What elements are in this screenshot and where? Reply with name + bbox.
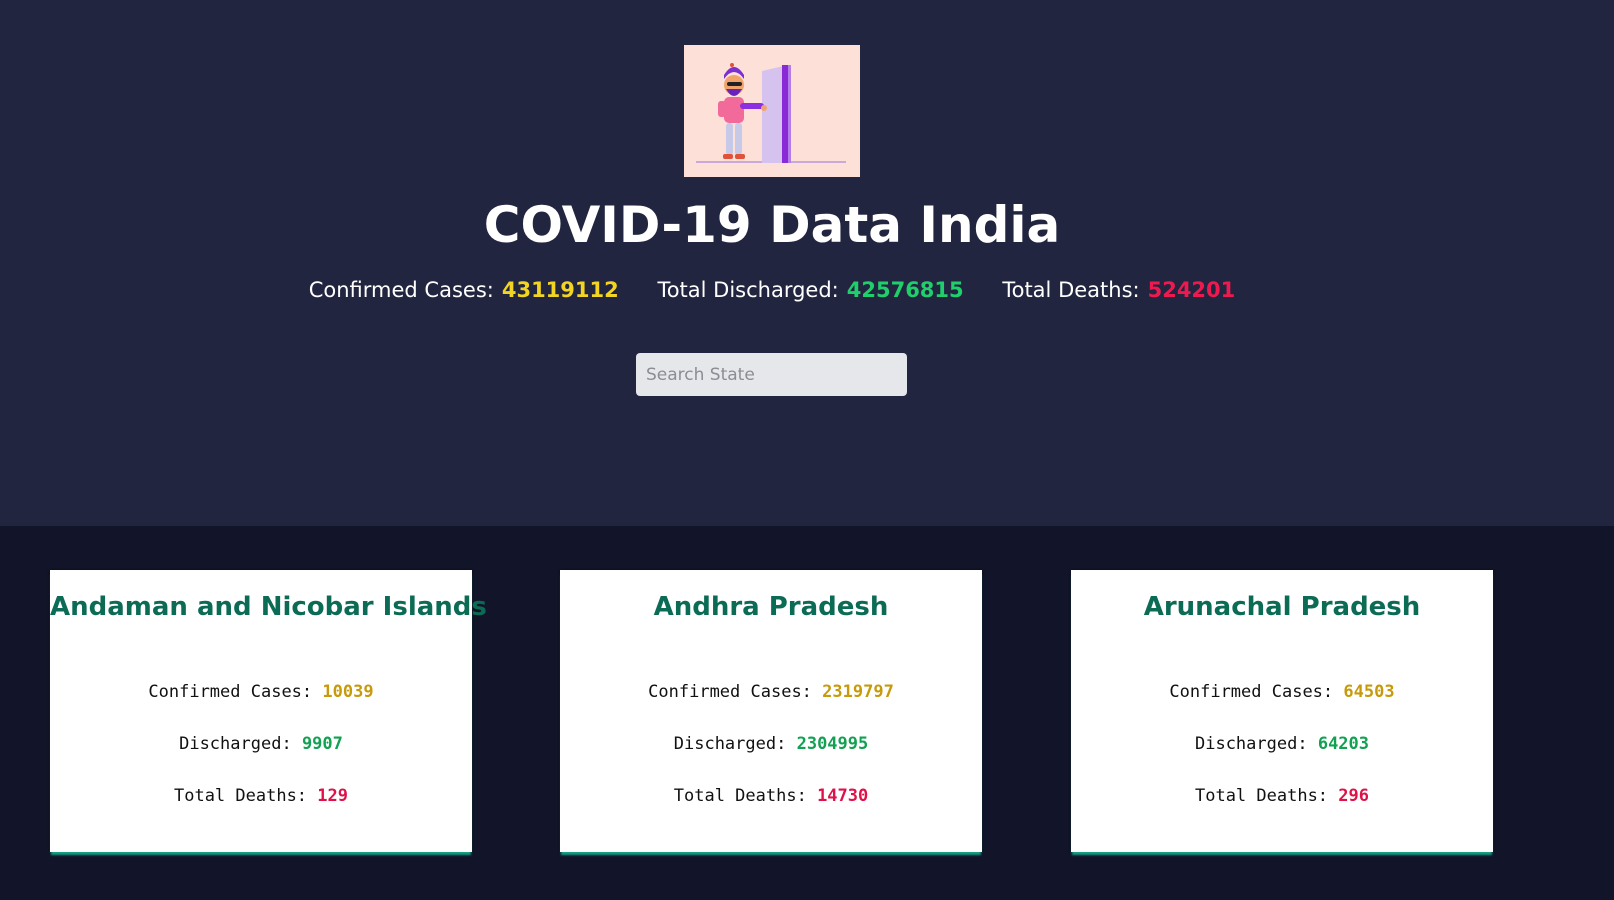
- state-confirmed-value: 10039: [322, 682, 374, 702]
- total-deaths: Total Deaths: 524201: [1002, 278, 1235, 302]
- total-confirmed-label: Confirmed Cases:: [308, 278, 494, 302]
- state-deaths-value: 296: [1338, 786, 1370, 806]
- state-discharged-label: Discharged:: [179, 734, 292, 754]
- state-confirmed-label: Confirmed Cases:: [1169, 682, 1334, 702]
- state-card-arunachal-pradesh: Arunachal Pradesh Confirmed Cases: 64503…: [1071, 570, 1493, 852]
- state-discharged: Discharged: 64203: [1071, 718, 1493, 770]
- state-deaths: Total Deaths: 129: [50, 770, 472, 822]
- state-confirmed: Confirmed Cases: 2319797: [560, 666, 982, 718]
- state-discharged-label: Discharged:: [1194, 734, 1308, 754]
- state-deaths: Total Deaths: 14730: [560, 770, 982, 822]
- state-discharged-value: 9907: [301, 734, 343, 754]
- total-deaths-value: 524201: [1147, 278, 1236, 302]
- state-discharged: Discharged: 9907: [50, 718, 472, 770]
- state-card-andhra-pradesh: Andhra Pradesh Confirmed Cases: 2319797 …: [560, 570, 982, 852]
- illustration-person-opening-door-icon: [684, 45, 860, 177]
- state-confirmed-label: Confirmed Cases:: [148, 682, 313, 702]
- state-discharged: Discharged: 2304995: [560, 718, 982, 770]
- search-state-input[interactable]: [636, 353, 907, 396]
- state-confirmed-value: 64503: [1343, 682, 1395, 702]
- state-deaths-value: 14730: [817, 786, 869, 806]
- state-name: Andhra Pradesh: [653, 592, 889, 622]
- state-name: Andaman and Nicobar Islands: [50, 592, 487, 622]
- total-discharged-value: 42576815: [846, 278, 964, 302]
- page-title: COVID-19 Data India: [483, 196, 1061, 254]
- state-confirmed-label: Confirmed Cases:: [648, 682, 812, 702]
- state-discharged-value: 2304995: [796, 734, 869, 754]
- hero-section: COVID-19 Data India Confirmed Cases: 4311…: [0, 0, 1614, 526]
- total-confirmed-value: 43119112: [501, 278, 619, 302]
- state-name: Arunachal Pradesh: [1143, 592, 1421, 622]
- state-deaths-label: Total Deaths:: [173, 786, 308, 806]
- state-discharged-label: Discharged:: [673, 734, 787, 754]
- totals-summary: Confirmed Cases: 43119112 Total Discharge…: [0, 278, 1544, 302]
- total-discharged-label: Total Discharged:: [657, 278, 839, 302]
- state-discharged-value: 64203: [1317, 734, 1370, 754]
- state-deaths: Total Deaths: 296: [1071, 770, 1493, 822]
- total-confirmed: Confirmed Cases: 43119112: [309, 278, 619, 302]
- state-deaths-label: Total Deaths:: [1194, 786, 1329, 806]
- state-confirmed: Confirmed Cases: 64503: [1071, 666, 1493, 718]
- state-deaths-label: Total Deaths:: [673, 786, 807, 806]
- state-confirmed: Confirmed Cases: 10039: [50, 666, 472, 718]
- total-deaths-label: Total Deaths:: [1002, 278, 1140, 302]
- state-card-andaman-and-nicobar-islands: Andaman and Nicobar Islands Confirmed Ca…: [50, 570, 487, 852]
- state-confirmed-value: 2319797: [822, 682, 894, 702]
- total-discharged: Total Discharged: 42576815: [657, 278, 963, 302]
- state-deaths-value: 129: [317, 786, 349, 806]
